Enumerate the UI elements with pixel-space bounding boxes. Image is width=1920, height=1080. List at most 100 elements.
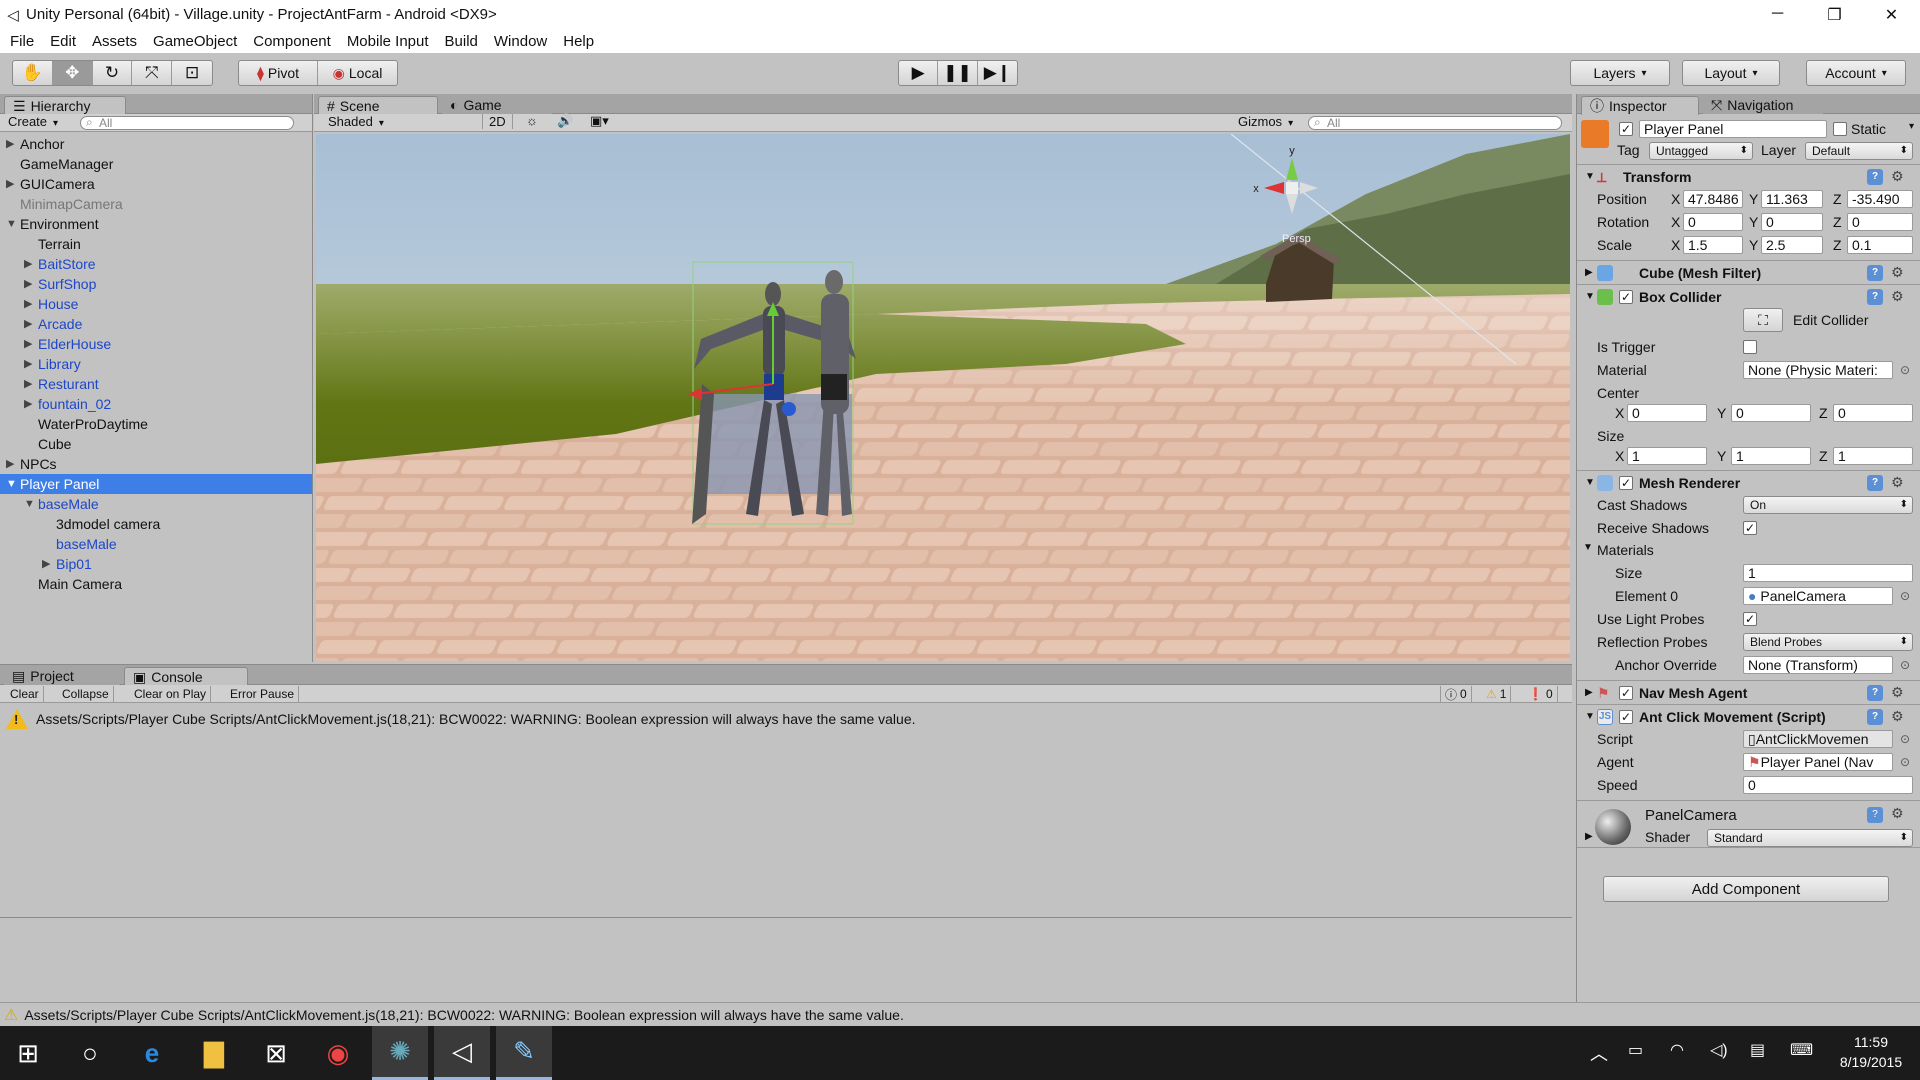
volume-icon[interactable]: ◁) xyxy=(1710,1040,1728,1060)
foldout-open-icon[interactable]: ▼ xyxy=(6,474,17,494)
help-icon[interactable]: ? xyxy=(1867,807,1883,823)
scene-search-input[interactable]: All xyxy=(1308,116,1562,130)
effects-toggle-icon[interactable]: ▣▾ xyxy=(590,113,609,129)
position-z-field[interactable]: -35.490 xyxy=(1847,190,1913,208)
hierarchy-item[interactable]: ▶ fountain_02 xyxy=(0,394,312,414)
agent-field[interactable]: ⚑Player Panel (Nav xyxy=(1743,753,1910,771)
foldout-closed-icon[interactable]: ▶ xyxy=(1585,267,1593,278)
static-checkbox[interactable] xyxy=(1833,122,1847,136)
hierarchy-item[interactable]: 3dmodel camera xyxy=(0,514,312,534)
pivot-toggle[interactable]: ⧫ Pivot xyxy=(239,61,318,85)
foldout-closed-icon[interactable]: ▶ xyxy=(24,354,32,374)
hierarchy-item[interactable]: ▶ Library xyxy=(0,354,312,374)
collapse-button[interactable]: Collapse xyxy=(58,686,114,702)
foldout-closed-icon[interactable]: ▶ xyxy=(24,314,32,334)
menu-build[interactable]: Build xyxy=(437,33,486,50)
2d-toggle[interactable]: 2D xyxy=(482,114,513,129)
script-field[interactable]: ▯AntClickMovemen xyxy=(1743,730,1910,748)
foldout-open-icon[interactable]: ▼ xyxy=(24,494,35,514)
gear-icon[interactable]: ⚙ xyxy=(1891,264,1904,281)
unity-taskbar-button[interactable]: ◁ xyxy=(434,1026,490,1080)
rotate-tool-icon[interactable]: ↻ xyxy=(93,61,133,85)
reflection-probes-dropdown[interactable]: Blend Probes xyxy=(1743,633,1913,651)
app-taskbar-button[interactable]: ✺ xyxy=(372,1026,428,1080)
account-dropdown[interactable]: Account xyxy=(1806,60,1906,86)
foldout-open-icon[interactable]: ▼ xyxy=(1585,477,1595,488)
help-icon[interactable]: ? xyxy=(1867,474,1883,491)
gear-icon[interactable]: ⚙ xyxy=(1891,684,1904,701)
help-icon[interactable]: ? xyxy=(1867,264,1883,281)
edit-collider-button[interactable]: ⛶ xyxy=(1743,308,1783,332)
hierarchy-item[interactable]: ▶ SurfShop xyxy=(0,274,312,294)
size-z-field[interactable]: 1 xyxy=(1833,447,1913,465)
close-button[interactable]: ✕ xyxy=(1863,5,1920,25)
hierarchy-item[interactable]: ▶ Resturant xyxy=(0,374,312,394)
warning-count-toggle[interactable]: ⚠ 1 xyxy=(1482,686,1512,702)
error-count-toggle[interactable]: ⓘ 0 xyxy=(1440,686,1472,702)
foldout-closed-icon[interactable]: ▶ xyxy=(6,134,14,154)
message-count-toggle[interactable]: ❗ 0 xyxy=(1524,686,1558,702)
gear-icon[interactable]: ⚙ xyxy=(1891,288,1904,305)
start-button[interactable]: ⊞ xyxy=(0,1026,56,1080)
move-tool-icon[interactable]: ✥ xyxy=(52,61,93,85)
transform-header[interactable]: ▼ ⟂ Transform ? ⚙ xyxy=(1577,164,1920,188)
menu-mobile-input[interactable]: Mobile Input xyxy=(339,33,437,50)
restore-button[interactable]: ❐ xyxy=(1806,5,1863,25)
help-icon[interactable]: ? xyxy=(1867,168,1883,185)
active-checkbox[interactable]: ✓ xyxy=(1619,122,1633,136)
mesh-renderer-enabled-checkbox[interactable]: ✓ xyxy=(1619,476,1633,490)
foldout-closed-icon[interactable]: ▶ xyxy=(24,334,32,354)
hierarchy-item[interactable]: baseMale xyxy=(0,534,312,554)
menu-help[interactable]: Help xyxy=(555,33,602,50)
layers-dropdown[interactable]: Layers xyxy=(1570,60,1670,86)
tag-dropdown[interactable]: Untagged xyxy=(1649,142,1753,160)
gear-icon[interactable]: ⚙ xyxy=(1891,708,1904,725)
store-taskbar-button[interactable]: ⊠ xyxy=(248,1026,304,1080)
foldout-open-icon[interactable]: ▼ xyxy=(1585,291,1595,302)
scale-x-field[interactable]: 1.5 xyxy=(1683,236,1743,254)
scale-z-field[interactable]: 0.1 xyxy=(1847,236,1913,254)
center-y-field[interactable]: 0 xyxy=(1731,404,1811,422)
foldout-open-icon[interactable]: ▼ xyxy=(1585,711,1595,722)
layout-dropdown[interactable]: Layout xyxy=(1682,60,1780,86)
position-x-field[interactable]: 47.8486 xyxy=(1683,190,1743,208)
hierarchy-item[interactable]: ▼ baseMale xyxy=(0,494,312,514)
gear-icon[interactable]: ⚙ xyxy=(1891,805,1904,822)
scene-viewport[interactable]: y x Persp xyxy=(316,134,1570,661)
status-bar[interactable]: ⚠ Assets/Scripts/Player Cube Scripts/Ant… xyxy=(0,1002,1920,1026)
add-component-button[interactable]: Add Component xyxy=(1603,876,1889,902)
hierarchy-item[interactable]: ▶ ElderHouse xyxy=(0,334,312,354)
gizmos-dropdown[interactable]: Gizmos xyxy=(1238,114,1293,129)
scale-tool-icon[interactable]: ⤧ xyxy=(132,61,173,85)
console-log-entry[interactable]: Assets/Scripts/Player Cube Scripts/AntCl… xyxy=(0,705,1572,733)
hierarchy-item[interactable]: ▶ House xyxy=(0,294,312,314)
foldout-closed-icon[interactable]: ▶ xyxy=(42,554,50,574)
gear-icon[interactable]: ⚙ xyxy=(1891,474,1904,491)
shading-dropdown[interactable]: Shaded xyxy=(328,114,468,129)
battery-icon[interactable]: ▭ xyxy=(1628,1040,1643,1060)
anchor-override-field[interactable]: None (Transform) xyxy=(1743,656,1910,674)
hierarchy-item[interactable]: Main Camera xyxy=(0,574,312,594)
scale-y-field[interactable]: 2.5 xyxy=(1761,236,1823,254)
foldout-open-icon[interactable]: ▼ xyxy=(6,214,17,234)
object-name-field[interactable]: Player Panel xyxy=(1639,120,1827,138)
element0-field[interactable]: ● PanelCamera xyxy=(1743,587,1910,605)
rotation-x-field[interactable]: 0 xyxy=(1683,213,1743,231)
error-pause-button[interactable]: Error Pause xyxy=(226,686,300,702)
hierarchy-item[interactable]: ▶ BaitStore xyxy=(0,254,312,274)
clear-button[interactable]: Clear xyxy=(6,686,44,702)
ant-click-enabled-checkbox[interactable]: ✓ xyxy=(1619,710,1633,724)
receive-shadows-checkbox[interactable]: ✓ xyxy=(1743,521,1757,535)
menu-gameobject[interactable]: GameObject xyxy=(145,33,245,50)
edge-taskbar-button[interactable]: e xyxy=(124,1026,180,1080)
tab-scene[interactable]: # Scene xyxy=(318,96,438,115)
tab-inspector[interactable]: ⓘ Inspector xyxy=(1581,96,1699,115)
hand-tool-icon[interactable]: ✋ xyxy=(13,61,53,85)
menu-component[interactable]: Component xyxy=(245,33,339,50)
center-z-field[interactable]: 0 xyxy=(1833,404,1913,422)
hierarchy-item[interactable]: Terrain xyxy=(0,234,312,254)
hierarchy-item[interactable]: Cube xyxy=(0,434,312,454)
mesh-filter-header[interactable]: ▶ Cube (Mesh Filter) ? ⚙ xyxy=(1577,260,1920,284)
hierarchy-item[interactable]: ▶ Arcade xyxy=(0,314,312,334)
create-dropdown[interactable]: Create xyxy=(8,114,58,129)
